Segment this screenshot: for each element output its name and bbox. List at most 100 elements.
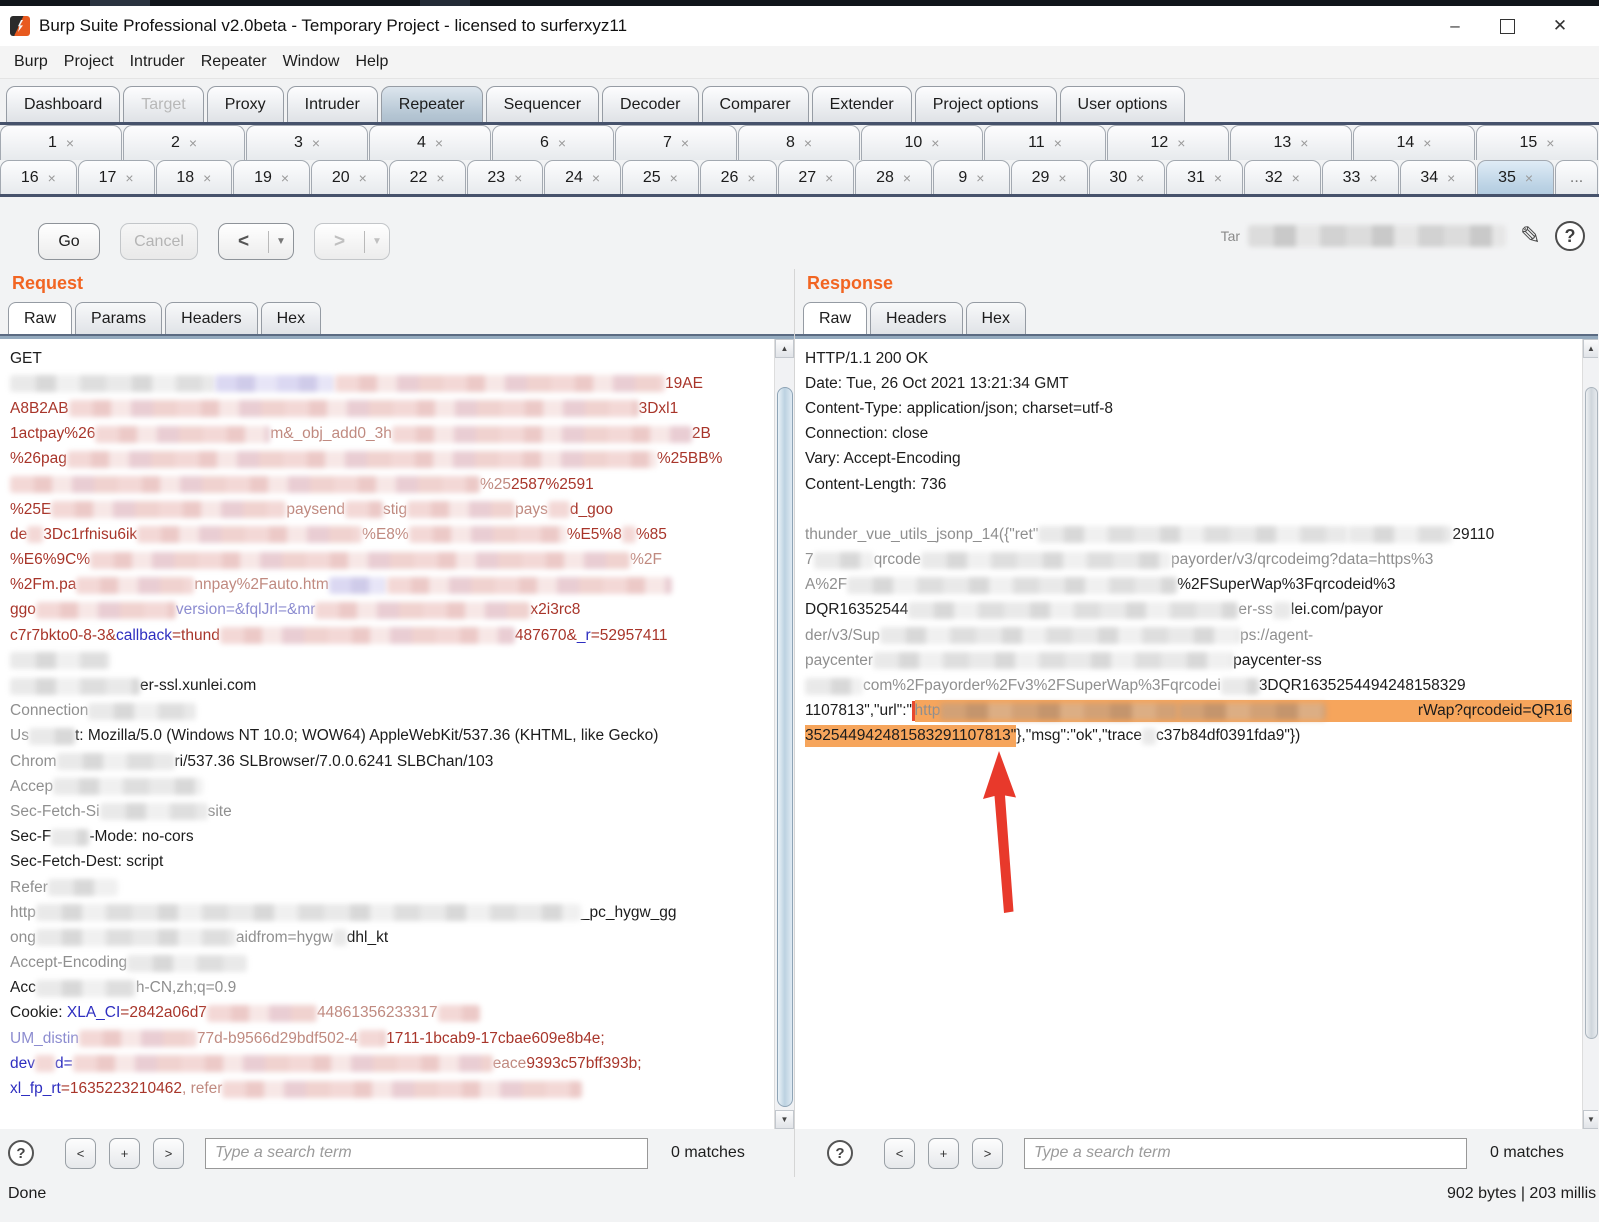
back-arrow[interactable]: < [219, 231, 268, 253]
forward-split-button[interactable]: > ▼ [314, 223, 390, 260]
help-icon[interactable]: ? [1555, 221, 1585, 251]
repeater-tab-3[interactable]: 3× [246, 125, 368, 160]
menu-burp[interactable]: Burp [6, 49, 56, 75]
close-tab-icon[interactable]: × [804, 135, 812, 151]
menu-window[interactable]: Window [275, 49, 348, 75]
repeater-tab-2[interactable]: 2× [123, 125, 245, 160]
response-tab-hex[interactable]: Hex [966, 302, 1026, 334]
close-tab-icon[interactable]: × [1177, 135, 1185, 151]
close-tab-icon[interactable]: × [514, 170, 522, 186]
menu-intruder[interactable]: Intruder [122, 49, 193, 75]
close-tab-icon[interactable]: × [931, 135, 939, 151]
scroll-down-icon[interactable]: ▼ [1583, 1110, 1598, 1129]
search-case-button[interactable]: + [109, 1138, 140, 1169]
repeater-tab-23[interactable]: 23× [467, 160, 544, 194]
repeater-tab-14[interactable]: 14× [1353, 125, 1475, 160]
repeater-tab-35[interactable]: 35× [1477, 160, 1554, 194]
request-tab-params[interactable]: Params [75, 302, 162, 334]
close-tab-icon[interactable]: × [976, 170, 984, 186]
repeater-tab-22[interactable]: 22× [389, 160, 466, 194]
repeater-tab-10[interactable]: 10× [861, 125, 983, 160]
search-case-button[interactable]: + [928, 1138, 959, 1169]
close-tab-icon[interactable]: × [1136, 170, 1144, 186]
repeater-tab-1[interactable]: 1× [0, 125, 122, 160]
close-tab-icon[interactable]: × [1546, 135, 1554, 151]
close-tab-icon[interactable]: × [1300, 135, 1308, 151]
repeater-tab-15[interactable]: 15× [1476, 125, 1598, 160]
close-tab-icon[interactable]: × [312, 135, 320, 151]
menu-repeater[interactable]: Repeater [193, 49, 275, 75]
close-tab-icon[interactable]: × [1369, 170, 1377, 186]
tab-extender[interactable]: Extender [812, 86, 912, 122]
go-button[interactable]: Go [38, 223, 100, 260]
repeater-tab-25[interactable]: 25× [622, 160, 699, 194]
tab-decoder[interactable]: Decoder [602, 86, 698, 122]
tab-intruder[interactable]: Intruder [287, 86, 378, 122]
response-tab-headers[interactable]: Headers [870, 302, 962, 334]
search-help-icon[interactable]: ? [8, 1140, 34, 1166]
close-tab-icon[interactable]: × [436, 170, 444, 186]
close-tab-icon[interactable]: × [281, 170, 289, 186]
minimize-button[interactable]: – [1444, 16, 1466, 36]
request-editor[interactable]: GET19AEA8B2AB3Dxl11actpay%26m&_obj_add0_… [0, 339, 794, 1129]
forward-dropdown-icon[interactable]: ▼ [365, 236, 389, 247]
tab-project-options[interactable]: Project options [915, 86, 1057, 122]
close-tab-icon[interactable]: × [1525, 170, 1533, 186]
request-scrollbar[interactable]: ▲ ▼ [774, 339, 794, 1129]
close-tab-icon[interactable]: × [48, 170, 56, 186]
close-tab-icon[interactable]: × [1292, 170, 1300, 186]
repeater-tab-31[interactable]: 31× [1166, 160, 1243, 194]
scrollbar-thumb[interactable] [1585, 387, 1598, 1039]
menu-project[interactable]: Project [56, 49, 122, 75]
repeater-tab-26[interactable]: 26× [700, 160, 777, 194]
close-tab-icon[interactable]: × [825, 170, 833, 186]
close-tab-icon[interactable]: × [747, 170, 755, 186]
repeater-tab-30[interactable]: 30× [1089, 160, 1166, 194]
forward-arrow[interactable]: > [315, 231, 364, 253]
repeater-tab-20[interactable]: 20× [311, 160, 388, 194]
scroll-up-icon[interactable]: ▲ [1583, 339, 1598, 358]
maximize-button[interactable] [1500, 19, 1515, 34]
search-next-button[interactable]: > [153, 1138, 184, 1169]
scroll-up-icon[interactable]: ▲ [775, 339, 794, 358]
close-tab-icon[interactable]: × [203, 170, 211, 186]
close-tab-icon[interactable]: × [1058, 170, 1066, 186]
close-tab-icon[interactable]: × [592, 170, 600, 186]
tab-proxy[interactable]: Proxy [207, 86, 284, 122]
repeater-tab-11[interactable]: 11× [984, 125, 1106, 160]
repeater-tab-8[interactable]: 8× [738, 125, 860, 160]
repeater-tab-6[interactable]: 6× [492, 125, 614, 160]
response-tab-raw[interactable]: Raw [803, 302, 867, 334]
repeater-tab-32[interactable]: 32× [1244, 160, 1321, 194]
close-tab-icon[interactable]: × [1423, 135, 1431, 151]
scroll-down-icon[interactable]: ▼ [775, 1110, 794, 1129]
request-tab-raw[interactable]: Raw [8, 302, 72, 334]
repeater-tab-33[interactable]: 33× [1322, 160, 1399, 194]
repeater-tab-7[interactable]: 7× [615, 125, 737, 160]
close-tab-icon[interactable]: × [670, 170, 678, 186]
close-tab-icon[interactable]: × [903, 170, 911, 186]
edit-target-icon[interactable]: ✎ [1520, 221, 1541, 251]
close-tab-icon[interactable]: × [1447, 170, 1455, 186]
close-tab-icon[interactable]: × [66, 135, 74, 151]
search-prev-button[interactable]: < [884, 1138, 915, 1169]
search-next-button[interactable]: > [972, 1138, 1003, 1169]
tab-dashboard[interactable]: Dashboard [6, 86, 120, 122]
repeater-tab-4[interactable]: 4× [369, 125, 491, 160]
search-input[interactable] [205, 1138, 648, 1169]
tab-comparer[interactable]: Comparer [702, 86, 809, 122]
tab-user-options[interactable]: User options [1060, 86, 1186, 122]
close-tab-icon[interactable]: × [435, 135, 443, 151]
cancel-button[interactable]: Cancel [120, 223, 198, 260]
tab-target[interactable]: Target [123, 86, 203, 122]
request-tab-headers[interactable]: Headers [165, 302, 257, 334]
back-split-button[interactable]: < ▼ [218, 223, 294, 260]
repeater-tab-28[interactable]: 28× [855, 160, 932, 194]
repeater-tab-34[interactable]: 34× [1400, 160, 1477, 194]
repeater-tab-19[interactable]: 19× [233, 160, 310, 194]
search-help-icon[interactable]: ? [827, 1140, 853, 1166]
repeater-tab-27[interactable]: 27× [778, 160, 855, 194]
repeater-tab-12[interactable]: 12× [1107, 125, 1229, 160]
scrollbar-thumb[interactable] [777, 387, 793, 1107]
close-tab-icon[interactable]: × [125, 170, 133, 186]
